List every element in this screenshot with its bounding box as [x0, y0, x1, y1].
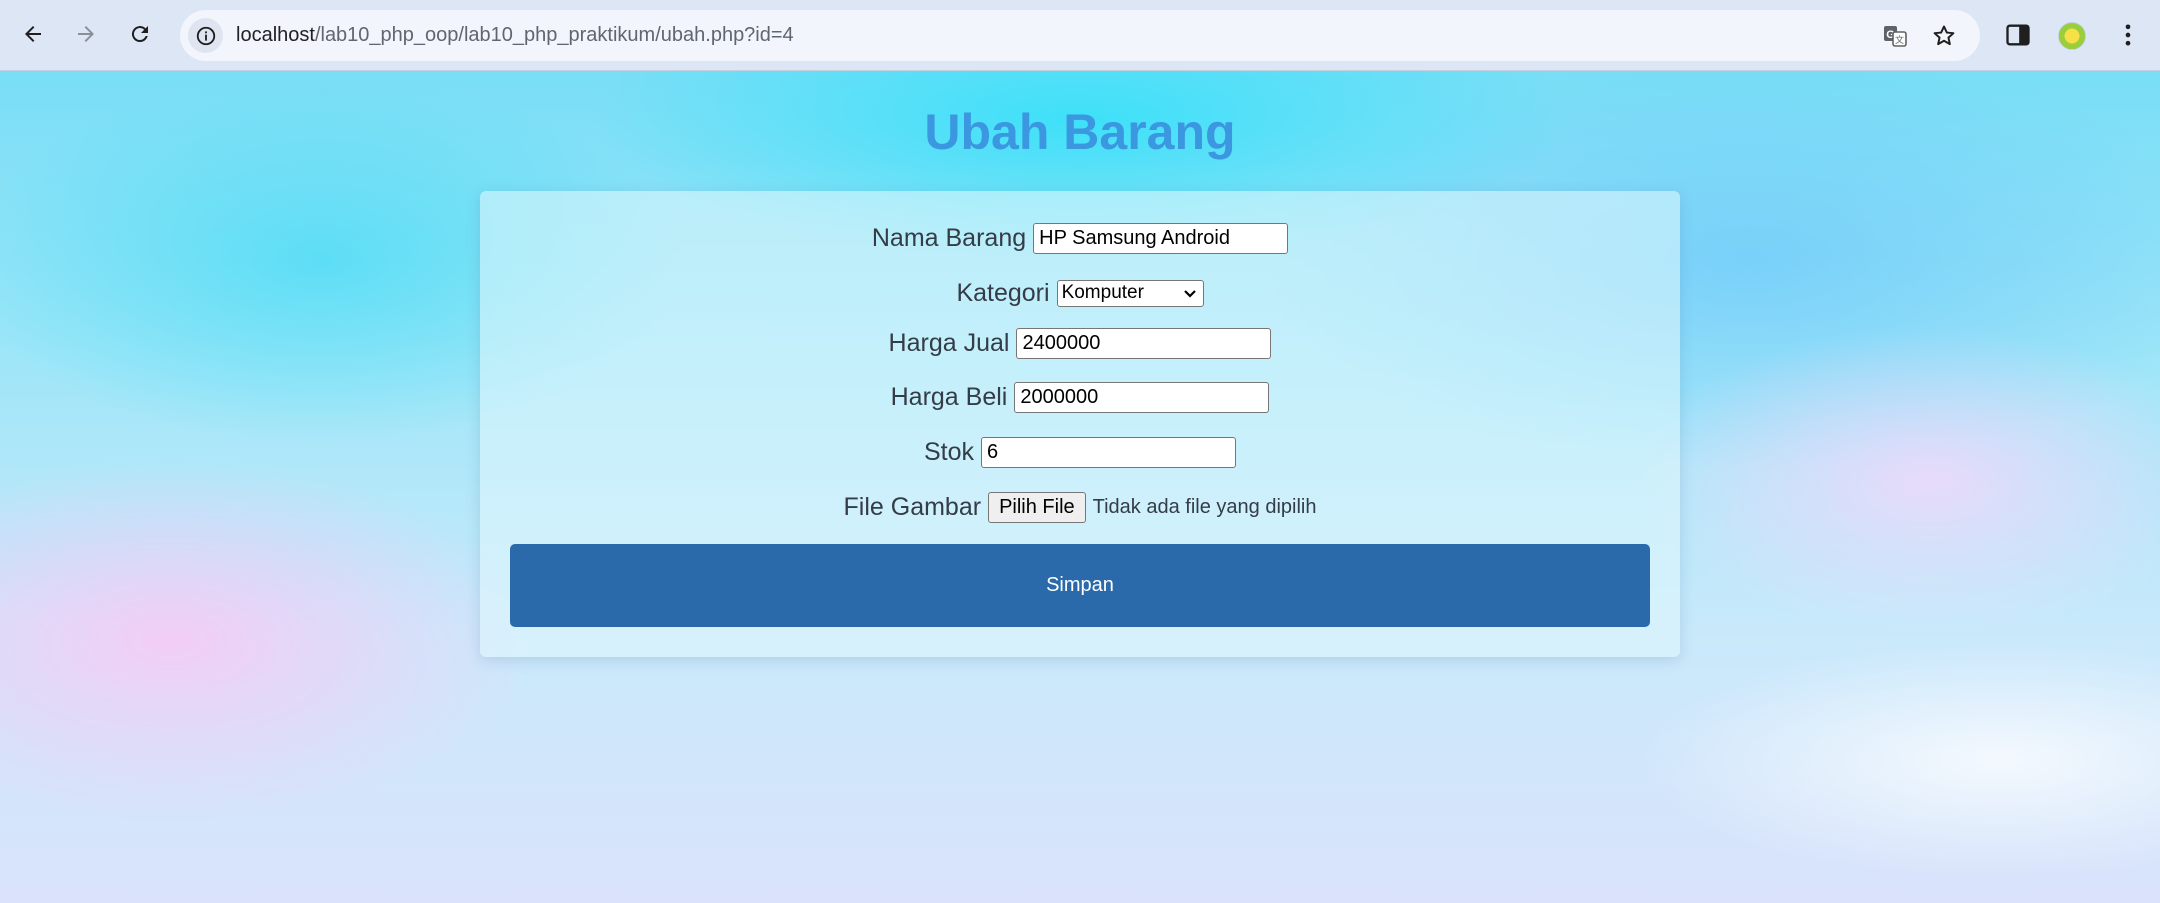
edit-form: Nama Barang HP Samsung Android Kategori … [480, 191, 1680, 657]
chevron-down-icon [1183, 289, 1196, 298]
choose-file-button[interactable]: Pilih File [988, 491, 1086, 523]
back-icon [25, 26, 41, 42]
url-text: localhost/lab10_php_oop/lab10_php_prakti… [236, 24, 794, 47]
harga-beli-label: Harga Beli [890, 382, 1008, 411]
row-file-gambar: File Gambar Pilih File Tidak ada file ya… [480, 490, 1680, 524]
kategori-selected: Komputer [1061, 282, 1144, 303]
svg-text:文: 文 [1895, 34, 1904, 46]
harga-jual-label: Harga Jual [888, 328, 1010, 357]
menu-icon[interactable] [2114, 21, 2142, 49]
reload-button[interactable] [120, 14, 160, 54]
translate-icon[interactable]: G 文 [1882, 23, 1908, 49]
page-title: Ubah Barang [924, 104, 1236, 160]
harga-beli-input[interactable]: 2000000 [1014, 381, 1270, 413]
row-kategori: Kategori Komputer [480, 276, 1680, 310]
address-bar[interactable]: localhost/lab10_php_oop/lab10_php_prakti… [180, 10, 1980, 61]
stok-input[interactable]: 6 [981, 436, 1237, 468]
nama-barang-label: Nama Barang [871, 223, 1027, 252]
row-harga-beli: Harga Beli 2000000 [480, 380, 1680, 414]
sidepanel-icon[interactable] [2004, 21, 2032, 49]
url-path: /lab10_php_oop/lab10_php_praktikum/ubah.… [314, 24, 794, 46]
file-gambar-label: File Gambar [843, 492, 982, 521]
kategori-select[interactable]: Komputer [1056, 279, 1204, 307]
stok-label: Stok [923, 437, 975, 466]
back-button[interactable] [13, 14, 53, 54]
reload-icon [131, 26, 148, 43]
harga-jual-input[interactable]: 2400000 [1016, 327, 1272, 359]
star-icon[interactable] [1931, 23, 1957, 49]
row-stok: Stok 6 [480, 435, 1680, 469]
site-info-button[interactable] [188, 18, 223, 53]
forward-icon [78, 26, 94, 42]
row-nama-barang: Nama Barang HP Samsung Android [480, 221, 1680, 255]
row-harga-jual: Harga Jual 2400000 [480, 326, 1680, 360]
profile-avatar[interactable] [2058, 22, 2086, 50]
browser-toolbar: localhost/lab10_php_oop/lab10_php_prakti… [0, 0, 2160, 71]
forward-button[interactable] [66, 14, 106, 54]
url-host: localhost [236, 24, 315, 46]
save-button[interactable]: Simpan [510, 544, 1650, 627]
kategori-label: Kategori [956, 278, 1050, 307]
info-icon [196, 26, 215, 45]
file-status-text: Tidak ada file yang dipilih [1092, 495, 1317, 518]
nama-barang-input[interactable]: HP Samsung Android [1033, 222, 1289, 254]
